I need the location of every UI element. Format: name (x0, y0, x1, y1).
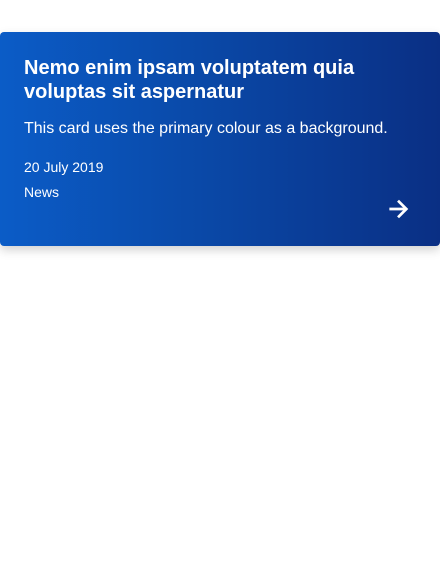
card-category-tag: News (24, 184, 60, 200)
card-description: This card uses the primary colour as a b… (24, 120, 388, 137)
card-title[interactable]: Nemo enim ipsam voluptatem quia voluptas… (24, 56, 384, 104)
arrow-right-icon[interactable] (388, 198, 410, 220)
card-date: 20 July 2019 (24, 159, 104, 175)
promo-card[interactable]: Nemo enim ipsam voluptatem quia voluptas… (0, 32, 440, 246)
